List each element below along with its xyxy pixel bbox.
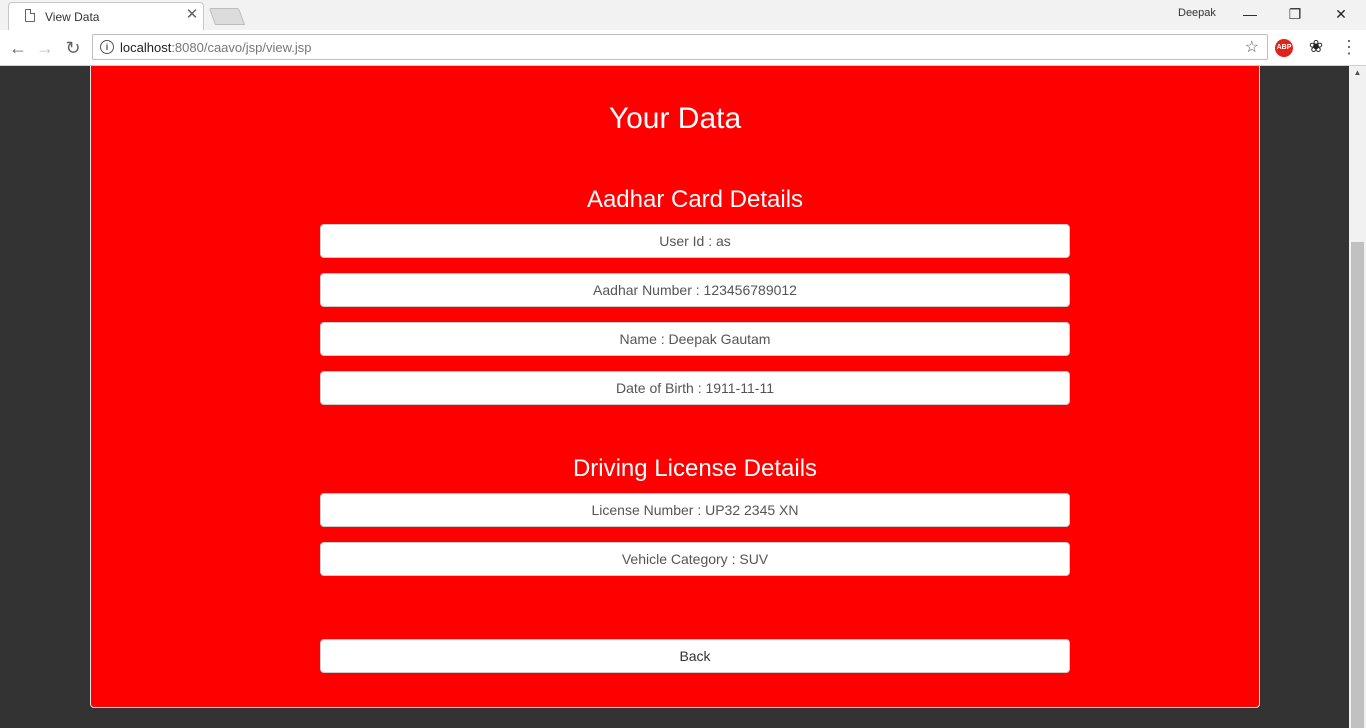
- scrollbar[interactable]: ▲: [1349, 66, 1366, 728]
- reload-icon[interactable]: ↻: [61, 36, 85, 60]
- window-close-button[interactable]: ✕: [1318, 0, 1364, 28]
- minimize-button[interactable]: —: [1227, 0, 1273, 28]
- name-field: Name : Deepak Gautam: [320, 322, 1070, 356]
- address-bar[interactable]: i localhost:8080/caavo/jsp/view.jsp ☆: [92, 34, 1268, 60]
- dob-field: Date of Birth : 1911-11-11: [320, 371, 1070, 405]
- license-number-field: License Number : UP32 2345 XN: [320, 493, 1070, 527]
- restore-button[interactable]: ❐: [1272, 0, 1318, 28]
- scroll-up-icon[interactable]: ▲: [1349, 68, 1366, 80]
- tab-title: View Data: [45, 10, 100, 24]
- url-text[interactable]: localhost:8080/caavo/jsp/view.jsp: [120, 40, 312, 55]
- browser-titlebar: View Data ✕ Deepak — ❐ ✕: [0, 0, 1366, 30]
- forward-arrow-icon[interactable]: →: [33, 36, 57, 60]
- aadhar-section-heading: Aadhar Card Details: [586, 186, 804, 213]
- data-panel: Your Data Aadhar Card Details User Id : …: [90, 66, 1260, 708]
- url-path: :8080/caavo/jsp/view.jsp: [171, 40, 312, 55]
- browser-toolbar: ← → ↻ i localhost:8080/caavo/jsp/view.js…: [0, 30, 1366, 66]
- profile-name[interactable]: Deepak: [1178, 7, 1216, 19]
- close-icon[interactable]: ✕: [184, 7, 200, 23]
- back-arrow-icon[interactable]: ←: [6, 36, 30, 60]
- back-button[interactable]: Back: [320, 639, 1070, 673]
- url-host: localhost: [120, 40, 172, 55]
- star-icon[interactable]: ☆: [1245, 37, 1259, 57]
- extension-icon[interactable]: ❀: [1306, 36, 1326, 58]
- license-section-heading: Driving License Details: [572, 455, 818, 482]
- aadhar-number-field: Aadhar Number : 123456789012: [320, 273, 1070, 307]
- menu-icon[interactable]: ⋮: [1340, 36, 1358, 58]
- page-viewport: Your Data Aadhar Card Details User Id : …: [0, 66, 1366, 728]
- info-icon[interactable]: i: [100, 40, 114, 54]
- scroll-thumb[interactable]: [1351, 242, 1364, 728]
- browser-tab[interactable]: View Data ✕: [8, 2, 204, 30]
- new-tab-button[interactable]: [208, 8, 246, 25]
- user-id-field: User Id : as: [320, 224, 1070, 258]
- page-title: Your Data: [608, 102, 742, 135]
- page-icon: [25, 9, 35, 22]
- vehicle-category-field: Vehicle Category : SUV: [320, 542, 1070, 576]
- adblock-icon[interactable]: ABP: [1275, 39, 1293, 57]
